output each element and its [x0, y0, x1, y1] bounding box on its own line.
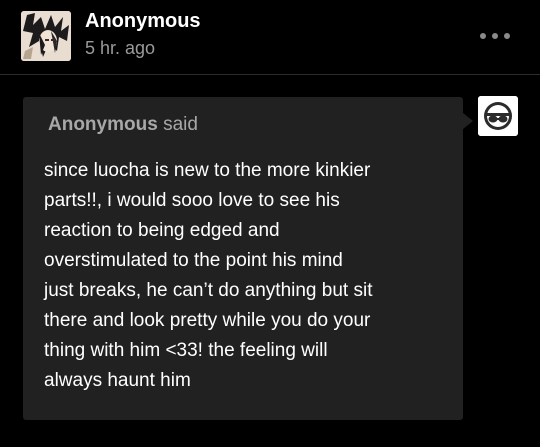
- ask-line: parts!!, i would sooo love to see his: [44, 190, 340, 211]
- ask-line: always haunt him: [44, 370, 191, 391]
- ask-line: reaction to being edged and: [44, 220, 280, 241]
- asker-avatar: [478, 96, 518, 136]
- more-options-button[interactable]: [478, 28, 512, 44]
- bubble-pointer: [463, 113, 473, 129]
- ask-line: there and look pretty while you do your: [44, 310, 371, 331]
- asker-said-label: said: [163, 114, 198, 135]
- ask-line: since luocha is new to the more kinkier: [44, 160, 371, 181]
- ask-line: overstimulated to the point his mind: [44, 250, 343, 271]
- anonymous-mask-icon: [478, 96, 518, 136]
- asker-line: Anonymous said: [48, 114, 198, 136]
- asker-name: Anonymous: [48, 114, 158, 135]
- ask-line: thing with him <33! the feeling will: [44, 340, 328, 361]
- ellipsis-icon: [504, 33, 510, 39]
- tumblr-post: Anonymous 5 hr. ago Anonymous said since…: [0, 0, 540, 447]
- author-name[interactable]: Anonymous: [85, 10, 201, 33]
- ellipsis-icon: [492, 33, 498, 39]
- ask-body: since luocha is new to the more kinkier …: [44, 156, 449, 396]
- avatar-illustration-icon: [21, 11, 71, 61]
- ask-line: just breaks, he can’t do anything but si…: [44, 280, 373, 301]
- header-divider: [0, 74, 540, 75]
- post-header: Anonymous 5 hr. ago: [0, 0, 540, 74]
- post-timestamp: 5 hr. ago: [85, 38, 156, 58]
- author-avatar[interactable]: [21, 11, 71, 61]
- ellipsis-icon: [480, 33, 486, 39]
